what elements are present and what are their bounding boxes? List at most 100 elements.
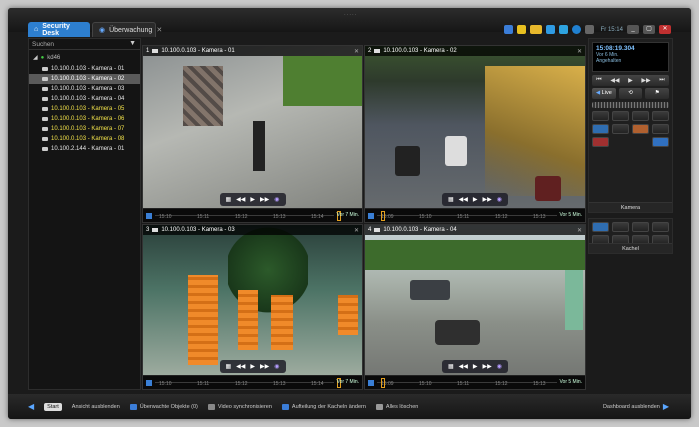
timeline[interactable]: 15:10 15:11 15:12 15:13 15:14 Vor 7 Min.: [143, 375, 362, 389]
camera-list-item[interactable]: 10.100.0.103 - Kamera - 03: [29, 84, 140, 94]
close-tile-icon[interactable]: ✕: [354, 48, 359, 55]
speed-slider[interactable]: [592, 102, 669, 108]
filter-icon[interactable]: ▼: [129, 40, 136, 47]
pause-icon[interactable]: [368, 213, 374, 219]
user-icon[interactable]: [584, 25, 594, 34]
camera-list-item[interactable]: 10.100.0.103 - Kamera - 02: [29, 74, 140, 84]
camera-list-item[interactable]: 10.100.0.103 - Kamera - 05: [29, 104, 140, 114]
film-icon[interactable]: ▦: [448, 196, 454, 203]
close-tab-icon[interactable]: ✕: [156, 26, 162, 34]
playhead-marker[interactable]: [381, 378, 385, 388]
loop-icon[interactable]: ◉: [497, 196, 502, 203]
bookmark-button[interactable]: ⚑: [645, 88, 670, 99]
play-icon[interactable]: ▶: [473, 363, 478, 370]
camera-icon[interactable]: [632, 222, 649, 232]
video-tile-2[interactable]: 2 10.100.0.103 - Kamera - 02 ✕ ▦ ◀◀ ▶ ▶▶ ◉ 15:09…: [364, 45, 586, 223]
tab-security-desk[interactable]: ⌂ Security Desk: [28, 22, 90, 37]
forward-icon[interactable]: ▶▶: [483, 363, 492, 370]
pause-icon[interactable]: [146, 213, 152, 219]
video-tile-4[interactable]: 4 10.100.0.103 - Kamera - 04 ✕ ▦ ◀◀ ▶ ▶▶ ◉ 15:09…: [364, 224, 586, 390]
forward-icon[interactable]: ▶▶: [483, 196, 492, 203]
play-icon[interactable]: ▶: [250, 363, 255, 370]
search-input[interactable]: Suchen ▼: [29, 39, 140, 50]
start-button[interactable]: Start: [44, 402, 62, 411]
timeline[interactable]: 15:09 15:10 15:11 15:12 15:13 Vor 5 Min.: [365, 375, 585, 389]
timeline[interactable]: 15:10 15:11 15:12 15:13 15:14 Vor 7 Min.: [143, 208, 362, 222]
loop-icon[interactable]: ◉: [274, 196, 279, 203]
film-icon[interactable]: ▦: [448, 363, 454, 370]
expand-arrow-icon[interactable]: ◢: [33, 54, 38, 61]
step-forward-icon[interactable]: ▶▶: [641, 77, 650, 84]
rewind-start-icon[interactable]: ⏮: [596, 77, 601, 84]
iris-icon[interactable]: [632, 111, 649, 121]
maximize-tile-icon[interactable]: [612, 222, 629, 232]
maximize-button[interactable]: ▢: [643, 25, 655, 34]
timeline-tick-label: 15:13: [273, 381, 286, 387]
rewind-icon[interactable]: ◀◀: [236, 363, 245, 370]
focus-icon[interactable]: [612, 111, 629, 121]
tab-ueberwachung[interactable]: ◉ Überwachung ✕: [92, 22, 162, 37]
camera-list-item[interactable]: 10.100.0.103 - Kamera - 08: [29, 134, 140, 144]
close-button[interactable]: ✕: [659, 25, 671, 34]
skip-end-icon[interactable]: ⏭: [659, 77, 664, 84]
hide-dashboard-button[interactable]: Dashboard ausblenden ▶: [603, 402, 669, 411]
camera-list-item[interactable]: 10.100.0.103 - Kamera - 04: [29, 94, 140, 104]
alarm-icon[interactable]: [529, 25, 542, 34]
watched-objects-button[interactable]: Überwachte Objekte (0): [129, 403, 198, 410]
clear-all-button[interactable]: Alles löschen: [375, 403, 418, 410]
sync-video-button[interactable]: Video synchronisieren: [207, 403, 272, 410]
network-icon[interactable]: [545, 25, 555, 34]
monitor-icon[interactable]: [503, 25, 513, 34]
film-icon[interactable]: ▦: [225, 363, 231, 370]
hide-view-button[interactable]: Ansicht ausblenden: [72, 404, 120, 410]
tree-root[interactable]: ◢ ● kd46: [33, 54, 140, 62]
change-layout-button[interactable]: Aufteilung der Kacheln ändern: [281, 403, 366, 410]
step-back-icon[interactable]: ◀◀: [610, 77, 619, 84]
tile-settings-icon[interactable]: [652, 222, 669, 232]
playhead-marker[interactable]: [381, 211, 385, 221]
loop-button[interactable]: ⟲: [618, 88, 643, 99]
zoom-icon[interactable]: [592, 111, 609, 121]
grid-layout-icon[interactable]: [592, 222, 609, 232]
close-tile-icon[interactable]: ✕: [577, 48, 582, 55]
forward-icon[interactable]: ▶▶: [260, 363, 269, 370]
pin-icon[interactable]: [612, 124, 629, 134]
volume-icon[interactable]: [558, 25, 568, 34]
camera-list-item[interactable]: 10.100.0.103 - Kamera - 06: [29, 114, 140, 124]
play-icon[interactable]: ▶: [250, 196, 255, 203]
timeline[interactable]: 15:09 15:10 15:11 15:12 15:13 Vor 5 Min.: [365, 208, 585, 222]
info-icon[interactable]: [652, 137, 669, 147]
settings-icon[interactable]: [652, 124, 669, 134]
drag-handle[interactable]: .....: [344, 11, 357, 17]
rewind-icon[interactable]: ◀◀: [236, 196, 245, 203]
loop-icon[interactable]: ◉: [274, 363, 279, 370]
loop-icon[interactable]: ◉: [497, 363, 502, 370]
collapse-left-icon[interactable]: ◀: [28, 402, 34, 411]
video-tile-1[interactable]: 1 10.100.0.103 - Kamera - 01 ✕ ▦ ◀◀ ▶ ▶▶ ◉ 15:10…: [142, 45, 363, 223]
video-tile-3[interactable]: 3 10.100.0.103 - Kamera - 03 ✕ ▦ ◀◀ ▶ ▶▶ ◉ 15:10…: [142, 224, 363, 390]
notification-icon[interactable]: [516, 25, 526, 34]
film-icon[interactable]: ▦: [225, 196, 231, 203]
play-icon[interactable]: ▶: [628, 77, 633, 84]
close-tile-icon[interactable]: ✕: [354, 227, 359, 234]
camera-list-item[interactable]: 10.100.2.144 - Kamera - 01: [29, 144, 140, 154]
forward-icon[interactable]: ▶▶: [260, 196, 269, 203]
search-placeholder: Suchen: [32, 41, 55, 48]
pause-icon[interactable]: [146, 380, 152, 386]
timeline-tick-label: 15:13: [533, 381, 546, 387]
rewind-icon[interactable]: ◀◀: [459, 363, 468, 370]
play-icon[interactable]: ▶: [473, 196, 478, 203]
rewind-icon[interactable]: ◀◀: [459, 196, 468, 203]
camera-list-item[interactable]: 10.100.0.103 - Kamera - 07: [29, 124, 140, 134]
minimize-button[interactable]: _: [627, 25, 639, 34]
preset-icon[interactable]: [652, 111, 669, 121]
record-icon[interactable]: [632, 124, 649, 134]
pause-icon[interactable]: [368, 380, 374, 386]
alert-icon[interactable]: [592, 137, 609, 147]
help-icon[interactable]: [571, 25, 581, 34]
snapshot-icon[interactable]: [592, 124, 609, 134]
live-button[interactable]: ◀ Live: [592, 88, 616, 99]
camera-control-panel: 15:08:19.304 Vor 6 Min. Angehalten ⏮ ◀◀ …: [588, 38, 673, 213]
camera-list-item[interactable]: 10.100.0.103 - Kamera - 01: [29, 64, 140, 74]
close-tile-icon[interactable]: ✕: [577, 227, 582, 234]
